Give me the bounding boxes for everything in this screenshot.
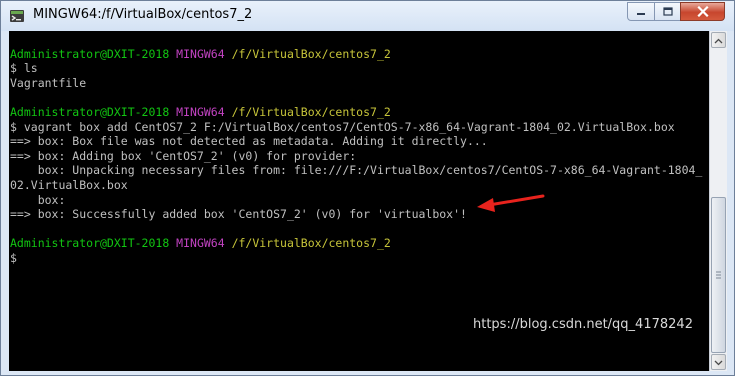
terminal-window: MINGW64:/f/VirtualBox/centos7_2 Administ…: [0, 0, 735, 376]
watermark: https://blog.csdn.net/qq_4178242: [473, 317, 693, 332]
